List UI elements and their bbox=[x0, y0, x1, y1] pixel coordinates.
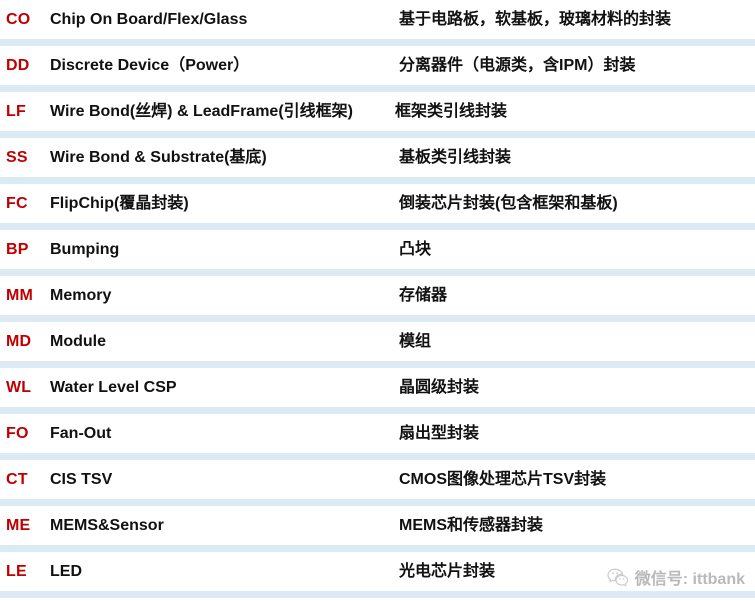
row-code: DD bbox=[6, 57, 30, 74]
table-row: ME MEMS&Sensor MEMS和传感器封装 bbox=[0, 506, 755, 552]
row-english-label: LED bbox=[50, 563, 82, 580]
row-chinese-label: 分离器件（电源类，含IPM）封装 bbox=[399, 57, 636, 74]
table-row: MM Memory 存储器 bbox=[0, 276, 755, 322]
table-row: LE LED 光电芯片封装 bbox=[0, 552, 755, 598]
row-chinese-label: 框架类引线封装 bbox=[395, 103, 508, 120]
row-chinese-label: 倒装芯片封装(包含框架和基板) bbox=[399, 195, 618, 212]
table-row: CO Chip On Board/Flex/Glass 基于电路板，软基板，玻璃材料… bbox=[0, 0, 755, 46]
row-code: WL bbox=[6, 379, 32, 396]
table-row: LF Wire Bond(丝焊) & LeadFrame(引线框架) 框架类引线封装 bbox=[0, 92, 755, 138]
row-english-label: CIS TSV bbox=[50, 471, 113, 488]
table-row: WL Water Level CSP 晶圆级封装 bbox=[0, 368, 755, 414]
row-english-label: Module bbox=[50, 333, 106, 350]
row-chinese-label: MEMS和传感器封装 bbox=[399, 517, 544, 534]
row-english-label: Memory bbox=[50, 287, 112, 304]
row-code: BP bbox=[6, 241, 29, 258]
row-chinese-label: 基于电路板，软基板，玻璃材料的封装 bbox=[399, 11, 672, 28]
row-code: SS bbox=[6, 149, 28, 166]
package-type-table: CO Chip On Board/Flex/Glass 基于电路板，软基板，玻璃材料… bbox=[0, 0, 755, 598]
row-chinese-label: 扇出型封装 bbox=[399, 425, 480, 442]
row-chinese-label: 基板类引线封装 bbox=[399, 149, 512, 166]
row-chinese-label: 晶圆级封装 bbox=[399, 379, 480, 396]
row-chinese-label: CMOS图像处理芯片TSV封装 bbox=[399, 471, 607, 488]
row-english-label: Wire Bond & Substrate(基底) bbox=[50, 149, 267, 166]
row-english-label: Chip On Board/Flex/Glass bbox=[50, 11, 248, 28]
row-english-label: Water Level CSP bbox=[50, 379, 177, 396]
row-code: ME bbox=[6, 517, 31, 534]
row-chinese-label: 模组 bbox=[399, 333, 432, 350]
table-row: CT CIS TSV CMOS图像处理芯片TSV封装 bbox=[0, 460, 755, 506]
row-code: CO bbox=[6, 11, 31, 28]
table-row: SS Wire Bond & Substrate(基底) 基板类引线封装 bbox=[0, 138, 755, 184]
table-row: BP Bumping 凸块 bbox=[0, 230, 755, 276]
row-english-label: Discrete Device（Power） bbox=[50, 57, 250, 74]
row-code: LF bbox=[6, 103, 26, 120]
row-code: MM bbox=[6, 287, 34, 304]
row-english-label: Fan-Out bbox=[50, 425, 112, 442]
row-chinese-label: 凸块 bbox=[399, 241, 432, 258]
row-english-label: Wire Bond(丝焊) & LeadFrame(引线框架) bbox=[50, 103, 353, 120]
row-code: LE bbox=[6, 563, 27, 580]
table-row: FO Fan-Out 扇出型封装 bbox=[0, 414, 755, 460]
row-code: FO bbox=[6, 425, 29, 442]
row-english-label: Bumping bbox=[50, 241, 120, 258]
row-code: MD bbox=[6, 333, 32, 350]
row-chinese-label: 光电芯片封装 bbox=[399, 563, 496, 580]
row-english-label: FlipChip(覆晶封装) bbox=[50, 195, 189, 212]
table-row: FC FlipChip(覆晶封装) 倒装芯片封装(包含框架和基板) bbox=[0, 184, 755, 230]
table-row: MD Module 模组 bbox=[0, 322, 755, 368]
row-english-label: MEMS&Sensor bbox=[50, 517, 164, 534]
table-row: DD Discrete Device（Power） 分离器件（电源类，含IPM）封装 bbox=[0, 46, 755, 92]
row-code: FC bbox=[6, 195, 28, 212]
row-chinese-label: 存储器 bbox=[399, 287, 448, 304]
row-code: CT bbox=[6, 471, 28, 488]
